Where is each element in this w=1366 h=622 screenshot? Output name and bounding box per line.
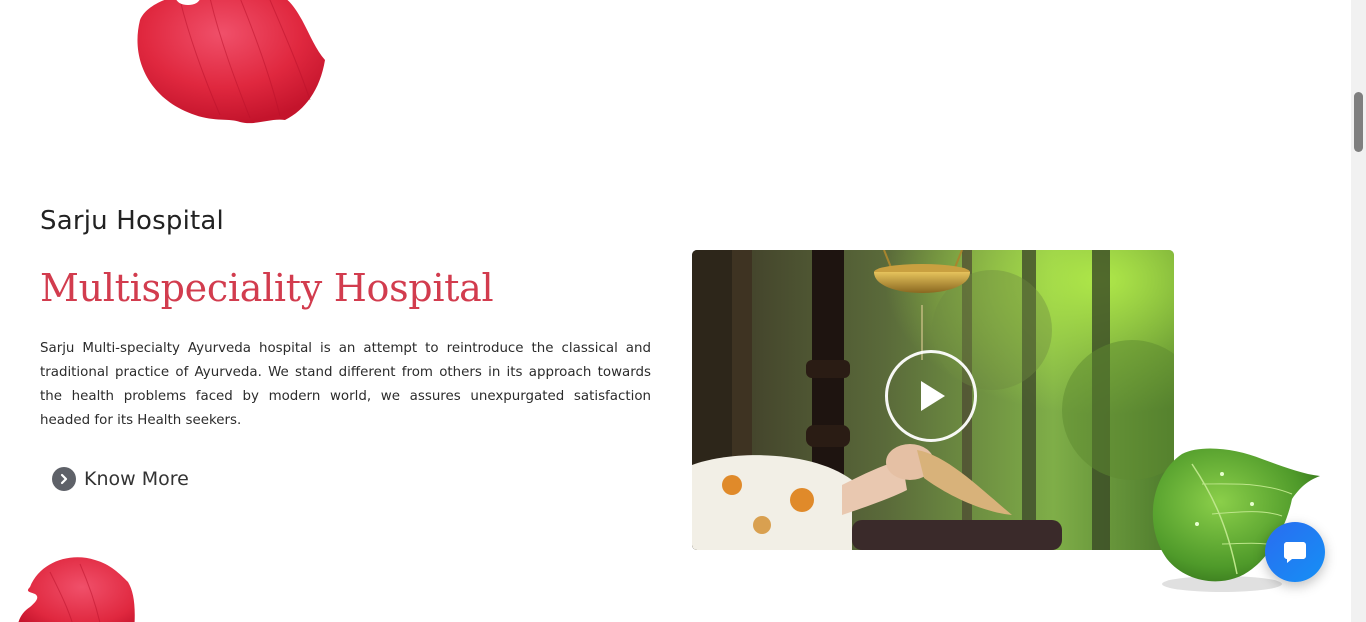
video-player[interactable] [692, 250, 1174, 550]
hibiscus-petal-image [137, 0, 325, 124]
hibiscus-petal-image [18, 557, 135, 622]
chevron-right-icon [52, 467, 76, 491]
chat-button[interactable] [1265, 522, 1325, 582]
chat-bubble-icon [1284, 542, 1306, 563]
section-eyebrow: Sarju Hospital [40, 206, 224, 236]
section-title: Multispeciality Hospital [40, 266, 494, 310]
scrollbar-thumb[interactable] [1354, 92, 1363, 152]
play-button[interactable] [885, 350, 977, 442]
section-description: Sarju Multi-specialty Ayurveda hospital … [40, 341, 651, 428]
page: Sarju Hospital Multispeciality Hospital … [0, 0, 1351, 622]
play-icon [921, 381, 945, 411]
know-more-label: Know More [84, 468, 189, 490]
know-more-link[interactable]: Know More [52, 467, 189, 491]
scrollbar[interactable] [1351, 0, 1366, 622]
